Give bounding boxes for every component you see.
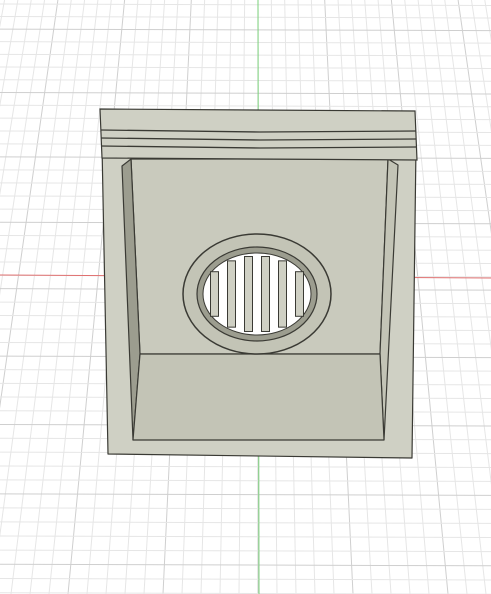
3d-viewport[interactable] xyxy=(0,0,491,594)
grid-line-horizontal xyxy=(0,3,491,6)
grid-line-horizontal xyxy=(0,549,491,553)
lid-body xyxy=(99,108,418,161)
grid-line-horizontal xyxy=(0,79,491,82)
vent-slat xyxy=(278,260,287,328)
grid-line-horizontal xyxy=(0,521,491,524)
grid-line-vertical xyxy=(48,0,112,594)
grid-line-horizontal xyxy=(0,91,491,95)
grid-line-horizontal xyxy=(0,493,491,496)
grid-line-vertical xyxy=(0,0,72,538)
grid-line-vertical xyxy=(430,0,491,486)
grid-line-horizontal xyxy=(0,479,491,482)
grid-line-horizontal xyxy=(0,577,491,581)
vent-slat xyxy=(261,256,270,332)
grid-line-horizontal xyxy=(0,66,491,69)
vent-opening xyxy=(202,252,312,336)
grid-line-horizontal xyxy=(0,41,491,44)
box-floor xyxy=(132,353,385,441)
vent-slat xyxy=(244,256,253,332)
grid-line-vertical xyxy=(417,0,487,594)
grid-line-vertical xyxy=(470,0,491,132)
grid-line-horizontal xyxy=(0,53,491,57)
vent-slat xyxy=(210,271,219,317)
grid-line-horizontal xyxy=(0,16,491,19)
box-lid[interactable] xyxy=(99,108,418,161)
grid-line-vertical xyxy=(0,0,59,409)
round-vent[interactable] xyxy=(182,233,332,355)
vent-slat xyxy=(295,271,304,317)
grid-line-vertical xyxy=(29,0,99,594)
grid-line-horizontal xyxy=(0,28,491,32)
grid-line-vertical xyxy=(457,0,491,234)
grid-line-vertical xyxy=(10,0,86,594)
viewport-canvas[interactable] xyxy=(0,0,491,594)
grid-line-vertical xyxy=(484,0,491,42)
box-model[interactable] xyxy=(99,108,418,459)
grid-line-horizontal xyxy=(0,104,491,108)
grid-line-horizontal xyxy=(0,465,491,468)
vent-slat xyxy=(227,260,236,328)
grid-line-horizontal xyxy=(0,563,491,567)
grid-line-horizontal xyxy=(0,507,491,510)
